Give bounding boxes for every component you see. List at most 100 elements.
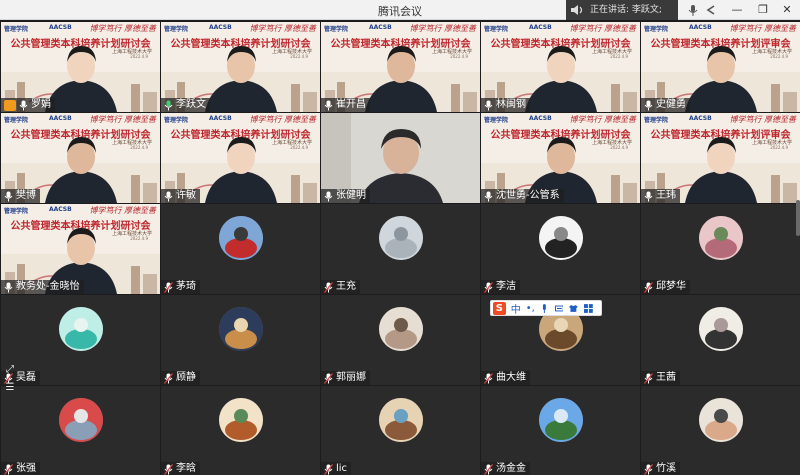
minimize-button[interactable]: —	[724, 0, 750, 20]
mic-icon	[164, 372, 173, 384]
mic-icon	[484, 191, 493, 201]
participant-name: 竹溪	[656, 463, 676, 474]
avatar	[59, 398, 103, 442]
participant-name: 李洁	[496, 281, 516, 292]
participant-name: 顾静	[176, 372, 196, 383]
maximize-button[interactable]: ❐	[750, 0, 776, 20]
participant-tile[interactable]: 汤金金	[481, 386, 640, 475]
name-bar: 汤金金	[481, 462, 530, 475]
avatar	[59, 307, 103, 351]
participant-tile[interactable]: 顾静	[161, 295, 320, 385]
host-icon	[4, 99, 16, 111]
name-bar: 史健勇	[641, 98, 690, 112]
avatar	[539, 398, 583, 442]
participant-name: lic	[336, 463, 348, 474]
participant-tile[interactable]: 管理学院 AACSB 博学笃行 厚德至善 公共管理类本科培养计划研讨会 上海工程技术大学…	[321, 22, 480, 112]
name-bar: 樊博	[1, 189, 40, 203]
participant-tile[interactable]: 管理学院 AACSB 博学笃行 厚德至善 公共管理类本科培养计划评审会 上海工程技术大学…	[641, 22, 800, 112]
participant-tile[interactable]: 茅琦	[161, 204, 320, 294]
name-bar: 沈世勇-公管系	[481, 189, 564, 203]
participant-tile[interactable]: 管理学院 AACSB 博学笃行 厚德至善 公共管理类本科培养计划研讨会 上海工程技术大学…	[481, 113, 640, 203]
participant-name: 张健明	[336, 190, 366, 201]
participant-grid: 管理学院 AACSB 博学笃行 厚德至善 公共管理类本科培养计划研讨会 上海工程技术大学…	[0, 20, 800, 475]
participant-name: 林闽钢	[496, 99, 526, 110]
name-bar: lic	[321, 462, 352, 475]
participant-name: 李跃文	[176, 99, 206, 110]
participant-tile[interactable]: 管理学院 AACSB 博学笃行 厚德至善 公共管理类本科培养计划研讨会 上海工程技术大学…	[1, 204, 160, 294]
title-bar: 腾讯会议 正在讲话: 李跃文; — ❐ ✕	[0, 0, 800, 20]
keyboard-icon[interactable]	[554, 304, 564, 313]
mic-icon	[324, 463, 333, 475]
name-bar: 崔开昌	[321, 98, 370, 112]
list-icon[interactable]: ☰	[3, 382, 17, 394]
avatar	[219, 216, 263, 260]
avatar	[699, 216, 743, 260]
ime-mode-label[interactable]: 中	[511, 301, 521, 316]
mic-icon	[644, 191, 653, 201]
name-bar: 茅琦	[161, 280, 200, 294]
participant-tile[interactable]: 管理学院 AACSB 博学笃行 厚德至善 公共管理类本科培养计划评审会 上海工程技术大学…	[641, 113, 800, 203]
name-bar: 曲大维	[481, 371, 530, 385]
mic-icon	[324, 281, 333, 293]
participant-name: 李晗	[176, 463, 196, 474]
participant-name: 邱梦华	[656, 281, 686, 292]
participant-tile[interactable]: 李洁	[481, 204, 640, 294]
mic-icon	[644, 463, 653, 475]
name-bar: 郭丽娜	[321, 371, 370, 385]
mic-icon	[19, 100, 28, 110]
mic-icon	[644, 372, 653, 384]
participant-tile[interactable]: 张健明	[321, 113, 480, 203]
participant-name: 茅琦	[176, 281, 196, 292]
participant-name: 崔开昌	[336, 99, 366, 110]
participant-tile[interactable]: 郭丽娜	[321, 295, 480, 385]
mic-icon	[4, 282, 13, 292]
participant-tile[interactable]: 王茜	[641, 295, 800, 385]
participant-tile[interactable]: 李晗	[161, 386, 320, 475]
participant-name: 王茜	[656, 372, 676, 383]
mic-icon	[324, 100, 333, 110]
close-button[interactable]: ✕	[774, 0, 800, 20]
participant-tile[interactable]: 管理学院 AACSB 博学笃行 厚德至善 公共管理类本科培养计划研讨会 上海工程技术大学…	[1, 113, 160, 203]
participant-tile[interactable]: 吴磊	[1, 295, 160, 385]
mic-icon	[4, 191, 13, 201]
mic-icon	[484, 100, 493, 110]
mic-icon	[484, 281, 493, 293]
participant-tile[interactable]: 管理学院 AACSB 博学笃行 厚德至善 公共管理类本科培养计划研讨会 上海工程技术大学…	[161, 113, 320, 203]
participant-tile[interactable]: 管理学院 AACSB 博学笃行 厚德至善 公共管理类本科培养计划研讨会 上海工程技术大学…	[1, 22, 160, 112]
mic-status-icon[interactable]	[686, 3, 700, 17]
participant-tile[interactable]: 邱梦华	[641, 204, 800, 294]
speaker-icon	[571, 5, 583, 15]
name-bar: 张健明	[321, 189, 370, 203]
participant-name: 张强	[16, 463, 36, 474]
name-bar: 李洁	[481, 280, 520, 294]
participant-tile[interactable]: 管理学院 AACSB 博学笃行 厚德至善 公共管理类本科培养计划研讨会 上海工程技术大学…	[161, 22, 320, 112]
mic-icon	[644, 281, 653, 293]
avatar	[379, 216, 423, 260]
name-bar: 竹溪	[641, 462, 680, 475]
shirt-icon[interactable]	[569, 304, 579, 313]
participant-tile[interactable]: 王充	[321, 204, 480, 294]
ime-punct-label[interactable]: •,	[526, 303, 535, 314]
participant-tile[interactable]: 管理学院 AACSB 博学笃行 厚德至善 公共管理类本科培养计划研讨会 上海工程技术大学…	[481, 22, 640, 112]
mic-active-icon	[164, 100, 173, 110]
expand-icon[interactable]: ⤢	[3, 364, 17, 376]
participant-tile[interactable]: 竹溪	[641, 386, 800, 475]
participant-tile[interactable]: 张强	[1, 386, 160, 475]
participant-name: 沈世勇-公管系	[496, 190, 560, 201]
participant-name: 王充	[336, 281, 356, 292]
back-arrow-icon[interactable]	[704, 3, 718, 17]
mic-icon[interactable]	[540, 303, 549, 313]
name-bar: 张强	[1, 462, 40, 475]
grid-menu-icon[interactable]	[584, 303, 593, 313]
mic-icon	[484, 463, 493, 475]
participant-tile[interactable]: lic	[321, 386, 480, 475]
mic-icon	[164, 281, 173, 293]
ime-toolbar[interactable]: S 中 •,	[490, 300, 602, 316]
sogou-logo-icon[interactable]: S	[493, 301, 506, 315]
participant-name: 曲大维	[496, 372, 526, 383]
name-bar: 邱梦华	[641, 280, 690, 294]
mic-icon	[324, 191, 333, 201]
scrollbar[interactable]	[796, 200, 800, 236]
participant-name: 郭丽娜	[336, 372, 366, 383]
name-bar: 王玮	[641, 189, 680, 203]
